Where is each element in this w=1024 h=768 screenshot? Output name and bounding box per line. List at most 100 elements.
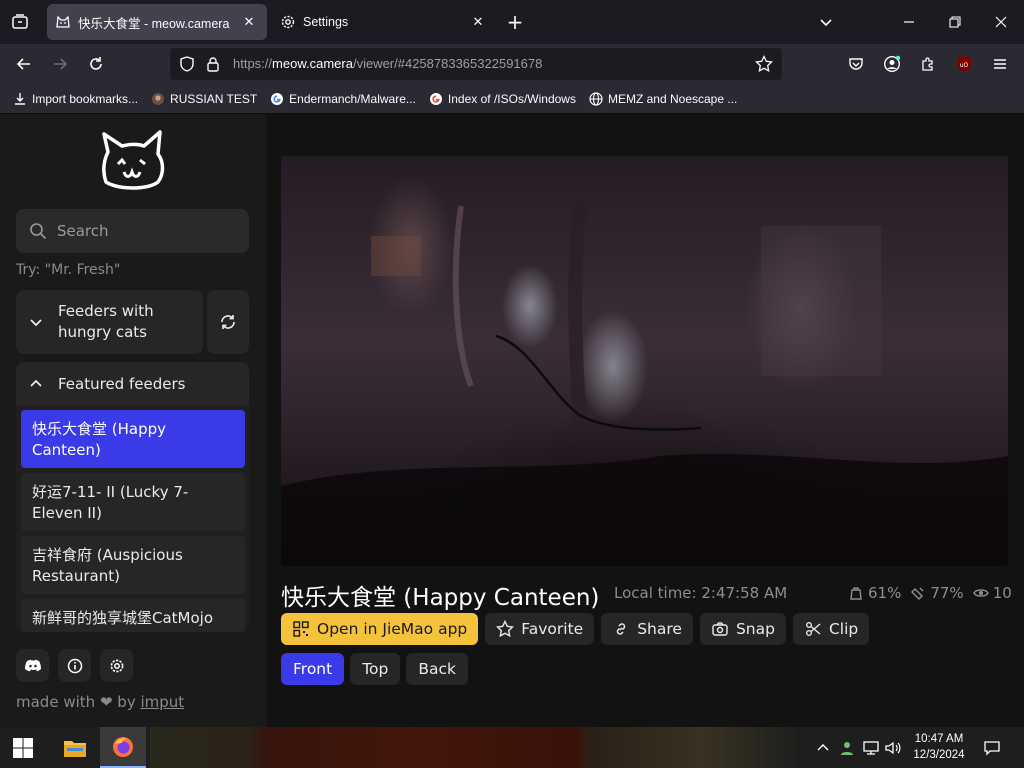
bookmark-label: Index of /ISOs/Windows: [447, 91, 576, 106]
feeder-item-auspicious-restaurant[interactable]: 吉祥食府 (Auspicious Restaurant): [21, 536, 245, 594]
share-button[interactable]: Share: [601, 613, 693, 645]
about-button[interactable]: [58, 649, 91, 682]
bookmark-memz[interactable]: MEMZ and Noescape ...: [588, 91, 737, 107]
viewer: 快乐大食堂 (Happy Canteen) Local time: 2:47:5…: [266, 114, 1024, 727]
feeder-item-mr-fresh[interactable]: 新鲜哥的独享城堡CatMojo (Mr. Fresh): [21, 599, 245, 632]
windows-start-icon[interactable]: [12, 737, 34, 759]
scissors-icon: [804, 620, 822, 638]
bookmark-label: Import bookmarks...: [32, 91, 139, 106]
list-all-tabs-button[interactable]: [814, 10, 838, 34]
volume-icon[interactable]: [884, 727, 902, 768]
google-icon: [269, 91, 285, 107]
lock-icon[interactable]: [205, 56, 221, 76]
open-in-app-button[interactable]: Open in JieMao app: [281, 613, 479, 645]
viewer-count: 10: [972, 584, 1012, 602]
taskbar-background: [150, 727, 800, 768]
shield-icon[interactable]: [179, 56, 195, 76]
network-icon[interactable]: [862, 727, 880, 768]
featured-feeders-toggle[interactable]: Featured feeders: [16, 362, 249, 406]
settings-button[interactable]: [100, 649, 133, 682]
chevron-up-icon: [817, 743, 829, 750]
group-label: Featured feeders: [58, 375, 186, 393]
tab-label: Settings: [303, 15, 349, 29]
food-bag-icon: [848, 585, 864, 601]
tab-list-icon: [12, 14, 28, 29]
close-tab-icon[interactable]: ✕: [239, 12, 259, 32]
eye-icon: [972, 585, 989, 601]
view-front-button[interactable]: Front: [281, 653, 345, 685]
tab-settings[interactable]: Settings ✕: [272, 4, 496, 40]
search-placeholder: Search: [57, 222, 109, 240]
ublock-button[interactable]: uO: [952, 52, 976, 76]
feeder-title: 快乐大食堂 (Happy Canteen): [281, 585, 600, 611]
user-status-icon[interactable]: [838, 727, 856, 768]
feeder-item-lucky-7-eleven[interactable]: 好运7-11- II (Lucky 7-Eleven II): [21, 473, 245, 531]
chevron-down-icon: [820, 19, 832, 27]
view-back-button[interactable]: Back: [406, 653, 469, 685]
feeder-item-happy-canteen[interactable]: 快乐大食堂 (Happy Canteen): [21, 410, 245, 468]
food-level: 61%: [848, 584, 901, 602]
feeder-label: 吉祥食府 (Auspicious Restaurant): [32, 546, 183, 585]
back-button[interactable]: [12, 52, 36, 76]
taskbar-clock[interactable]: 10:47 AM 12/3/2024: [906, 731, 972, 763]
tab-label: 快乐大食堂 - meow.camera: [78, 16, 230, 31]
water-level: 77%: [910, 584, 964, 602]
gear-icon: [110, 659, 123, 672]
google-icon: [428, 91, 444, 107]
extensions-button[interactable]: [916, 52, 940, 76]
menu-button[interactable]: [988, 52, 1012, 76]
refresh-button[interactable]: [207, 290, 249, 354]
favorite-button[interactable]: Favorite: [485, 613, 595, 645]
show-hidden-icons-button[interactable]: [814, 727, 832, 768]
new-tab-button[interactable]: +: [505, 10, 525, 34]
hungry-cats-toggle[interactable]: Feeders with hungry cats: [16, 290, 203, 354]
bookmark-endermanch[interactable]: Endermanch/Malware...: [269, 91, 416, 107]
globe-icon: [588, 91, 604, 107]
featured-feeders-panel[interactable]: Featured feeders 快乐大食堂 (Happy Canteen) 好…: [16, 362, 249, 632]
account-icon: [883, 55, 901, 73]
address-bar[interactable]: https://meow.camera/viewer/#425878336532…: [170, 48, 782, 80]
search-input[interactable]: Search: [16, 209, 249, 253]
tab-meow-camera[interactable]: 快乐大食堂 - meow.camera ✕: [47, 4, 267, 40]
notification-icon: [984, 740, 1000, 756]
camera-stream[interactable]: [281, 156, 1008, 566]
url-text[interactable]: https://meow.camera/viewer/#425878336532…: [233, 56, 542, 71]
pocket-button[interactable]: [844, 52, 868, 76]
camera-view-selector: Front Top Back: [281, 653, 474, 685]
water-bottle-icon: [910, 585, 926, 601]
close-window-button[interactable]: [989, 10, 1013, 34]
bookmark-label: RUSSIAN TEST: [170, 91, 258, 106]
bookmark-russian-test[interactable]: RUSSIAN TEST: [150, 91, 257, 107]
url-scheme: https://: [233, 56, 273, 71]
account-button[interactable]: [880, 52, 904, 76]
bookmark-isos-windows[interactable]: Index of /ISOs/Windows: [428, 91, 576, 107]
discord-button[interactable]: [16, 649, 49, 682]
close-icon: [995, 16, 1007, 28]
forward-button[interactable]: [48, 52, 72, 76]
button-label: Open in JieMao app: [317, 620, 468, 638]
file-explorer-button[interactable]: [52, 727, 98, 768]
author-link[interactable]: imput: [140, 693, 184, 711]
button-label: Share: [637, 620, 682, 638]
notifications-button[interactable]: [980, 727, 1004, 768]
snap-button[interactable]: Snap: [699, 613, 786, 645]
bookmark-import[interactable]: Import bookmarks...: [12, 91, 138, 107]
reload-button[interactable]: [84, 52, 108, 76]
made-with-text: made with: [16, 693, 96, 711]
viewers-value: 10: [992, 584, 1012, 602]
water-value: 77%: [930, 584, 964, 602]
bookmark-star-icon[interactable]: [755, 54, 773, 77]
minimize-button[interactable]: [897, 10, 921, 34]
view-top-button[interactable]: Top: [350, 653, 401, 685]
navigation-toolbar: https://meow.camera/viewer/#425878336532…: [0, 44, 1024, 84]
clock-date: 12/3/2024: [913, 749, 965, 761]
clip-button[interactable]: Clip: [792, 613, 870, 645]
restore-button[interactable]: [943, 10, 967, 34]
firefox-taskbar-button[interactable]: [100, 727, 146, 768]
github-icon: [150, 91, 166, 107]
cat-logo-icon: [102, 130, 165, 190]
close-tab-icon[interactable]: ✕: [468, 12, 488, 32]
reload-icon: [90, 57, 102, 70]
feeder-label: 好运7-11- II (Lucky 7-Eleven II): [32, 483, 189, 522]
tab-list-button[interactable]: [8, 10, 32, 34]
